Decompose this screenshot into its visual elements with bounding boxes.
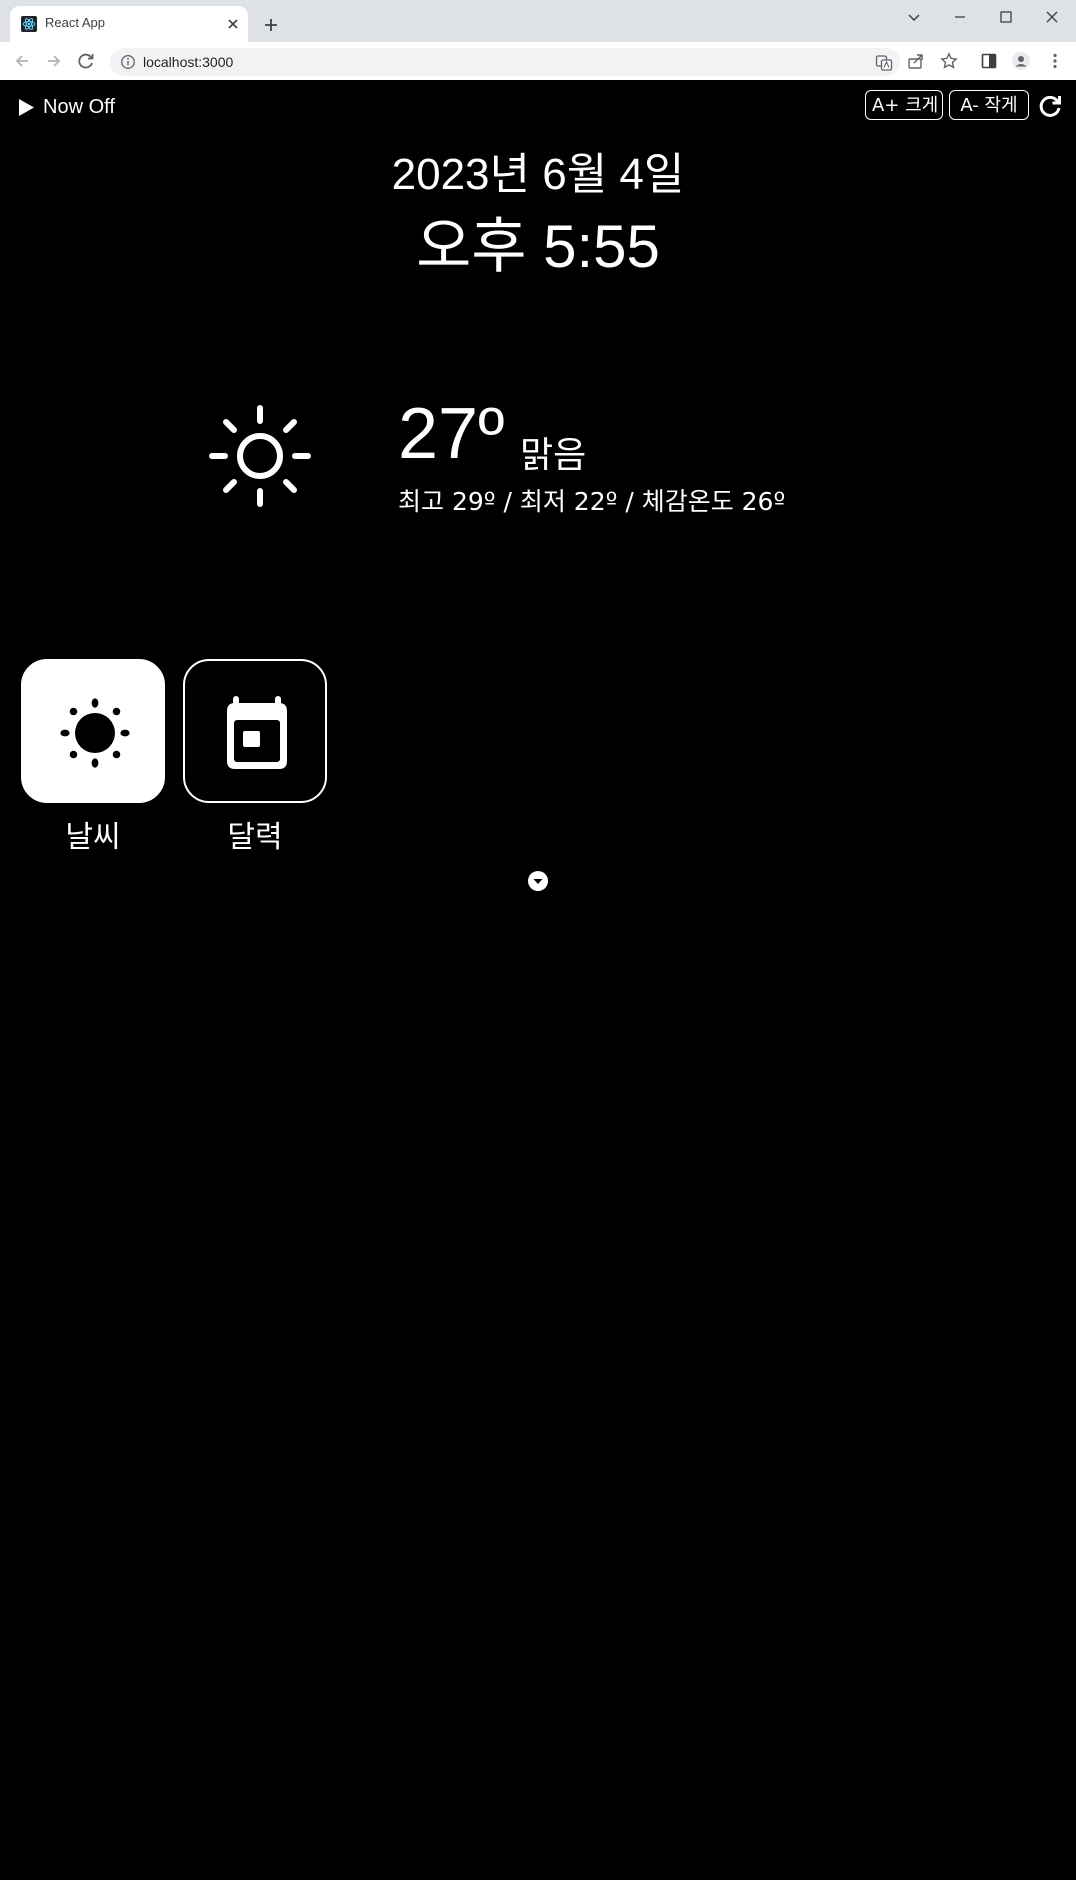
current-temperature: 27º [398, 394, 505, 474]
scroll-down-icon[interactable] [528, 871, 548, 891]
sun-icon [209, 405, 311, 507]
calendar-icon [227, 696, 287, 769]
temperature-details: 최고 29º / 최저 22º / 체감온도 26º [398, 487, 786, 516]
weather-tile-button[interactable] [21, 659, 165, 803]
font-size-down-button[interactable]: A- 작게 [949, 90, 1029, 120]
menu-kebab-icon[interactable] [1045, 51, 1065, 71]
calendar-tile-button[interactable] [183, 659, 327, 803]
back-icon[interactable] [11, 50, 33, 72]
font-size-up-button[interactable]: A+ 크게 [865, 90, 943, 120]
reload-icon[interactable] [75, 50, 97, 72]
tab-search-icon[interactable] [903, 6, 925, 28]
share-icon[interactable] [906, 51, 926, 71]
refresh-icon[interactable] [1037, 93, 1063, 119]
maximize-icon[interactable] [995, 6, 1017, 28]
calendar-tile-label: 달력 [227, 820, 283, 855]
browser-tab-strip: React App [0, 0, 1076, 42]
play-icon [19, 98, 34, 116]
sun-icon [60, 698, 130, 768]
bookmark-star-icon[interactable] [939, 51, 959, 71]
profile-avatar-icon[interactable] [1011, 51, 1031, 71]
browser-tab[interactable]: React App [10, 6, 248, 42]
browser-toolbar: localhost:3000 [0, 42, 1076, 81]
current-time: 오후 5:55 [416, 213, 660, 280]
close-window-icon[interactable] [1041, 6, 1063, 28]
tab-title: React App [45, 15, 105, 30]
side-panel-icon[interactable] [979, 51, 999, 71]
now-toggle-button[interactable]: Now Off [18, 94, 115, 120]
weather-condition: 맑음 [520, 435, 587, 476]
site-info-icon[interactable] [120, 54, 136, 70]
current-date: 2023년 6월 4일 [391, 150, 685, 199]
translate-icon[interactable] [875, 54, 893, 72]
url-text: localhost:3000 [143, 54, 234, 70]
new-tab-icon[interactable] [261, 15, 281, 35]
app-root: Now Off A+ 크게 A- 작게 2023년 6월 4일 오후 5:55 … [0, 80, 1076, 1880]
minimize-icon[interactable] [949, 6, 971, 28]
forward-icon[interactable] [43, 50, 65, 72]
now-toggle-label: Now Off [43, 95, 115, 118]
address-bar[interactable]: localhost:3000 [110, 48, 900, 76]
close-tab-icon[interactable] [224, 15, 242, 33]
react-logo-icon [21, 16, 37, 32]
weather-tile-label: 날씨 [65, 820, 121, 855]
